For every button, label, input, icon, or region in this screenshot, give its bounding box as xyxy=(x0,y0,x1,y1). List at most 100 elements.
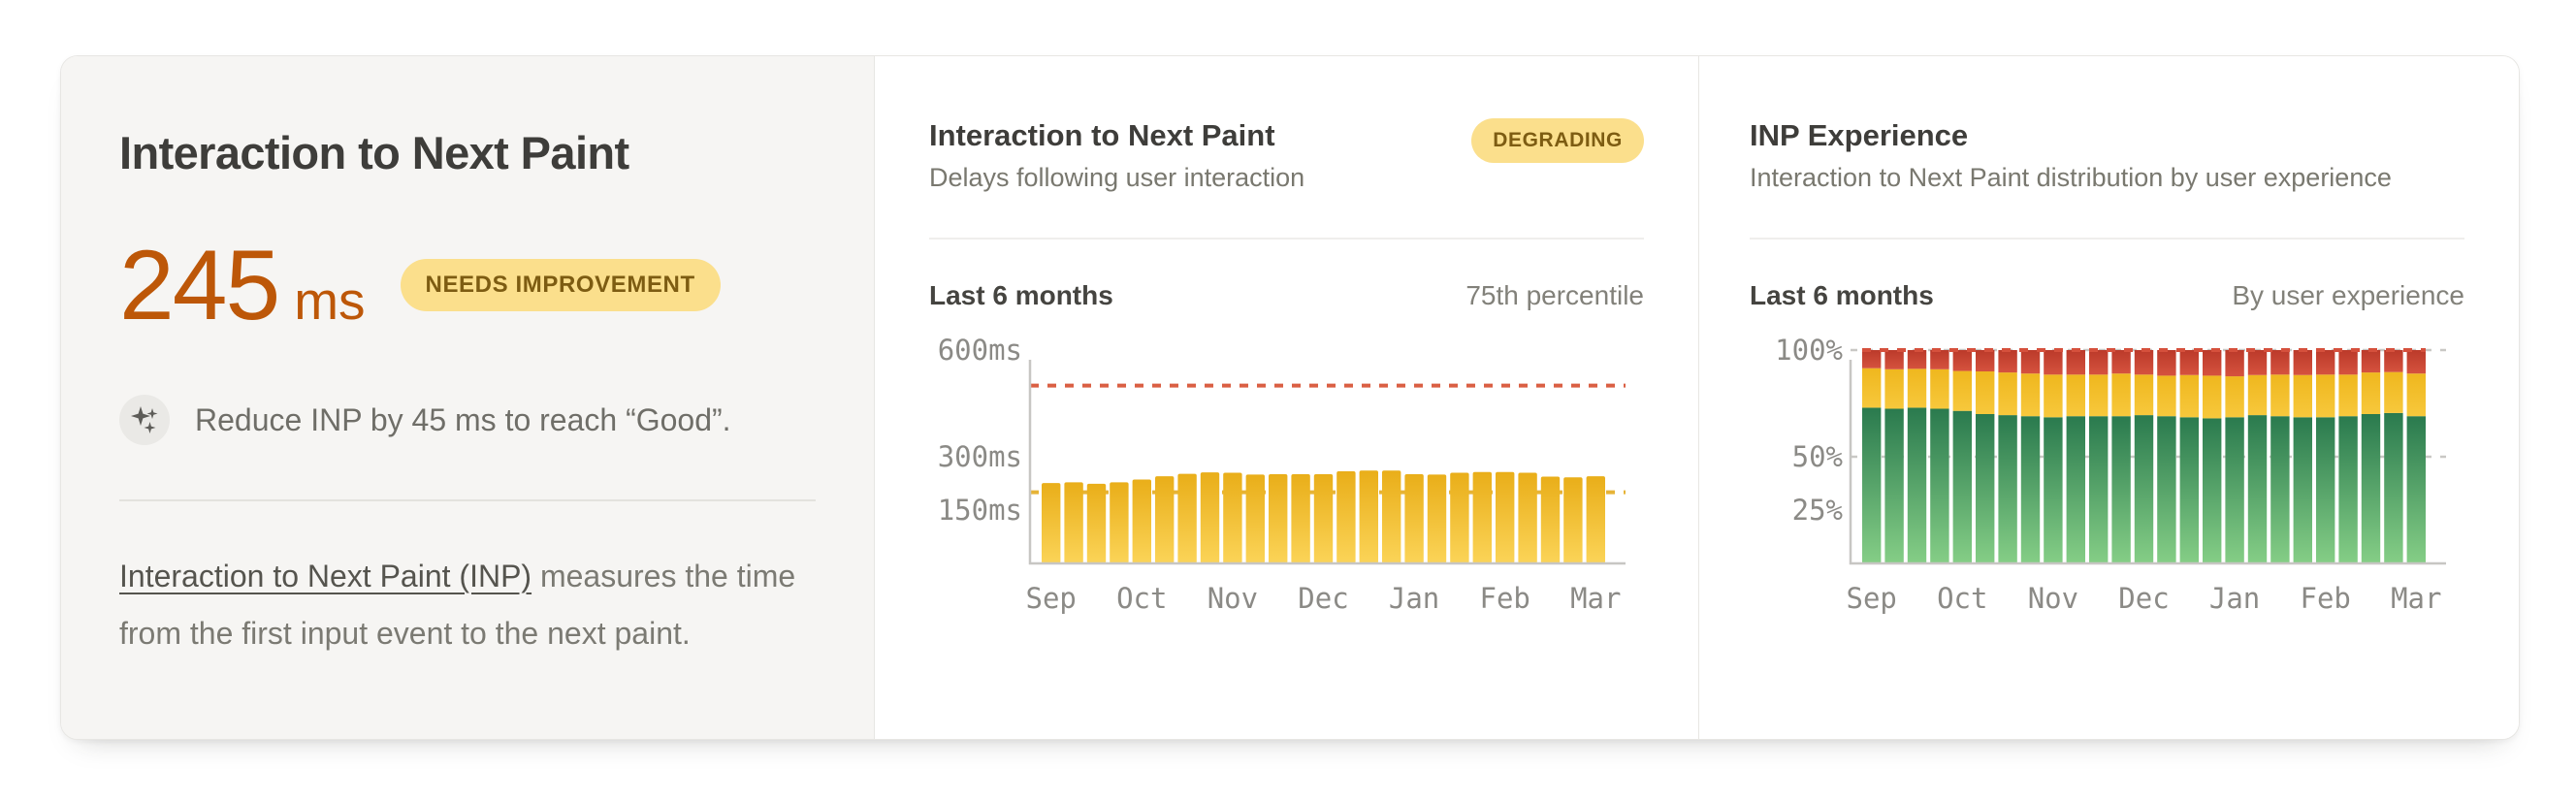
metric-unit: ms xyxy=(294,270,365,332)
experience-segment-poor xyxy=(2111,350,2130,373)
experience-segment-poor xyxy=(2180,350,2199,375)
experience-segment-good xyxy=(1953,411,1972,563)
experience-segment-poor xyxy=(1998,350,2016,372)
experience-segment-needs-improvement xyxy=(1930,369,1948,409)
experience-segment-poor xyxy=(2248,350,2267,375)
inp-bar xyxy=(1382,470,1401,563)
experience-segment-poor xyxy=(2270,350,2289,374)
experience-segment-good xyxy=(2362,414,2380,563)
experience-segment-poor xyxy=(1930,350,1948,369)
divider xyxy=(119,499,816,501)
trend-range-label: Last 6 months xyxy=(929,280,1113,311)
experience-segment-needs-improvement xyxy=(2135,374,2153,415)
experience-segment-poor xyxy=(2407,350,2426,373)
experience-segment-needs-improvement xyxy=(2384,372,2402,413)
experience-segment-poor xyxy=(2384,350,2402,372)
x-tick-label: Oct xyxy=(1937,582,1987,615)
experience-segment-good xyxy=(2384,413,2402,563)
experience-segment-poor xyxy=(2225,350,2243,376)
experience-segment-needs-improvement xyxy=(2338,374,2357,416)
inp-bar xyxy=(1563,477,1582,563)
x-tick-label: Oct xyxy=(1116,582,1167,615)
trend-status-badge: DEGRADING xyxy=(1471,118,1644,163)
metric-value-row: 245 ms NEEDS IMPROVEMENT xyxy=(119,236,816,335)
metric-value: 245 xyxy=(119,236,278,335)
y-tick-label: 150ms xyxy=(938,494,1022,527)
experience-segment-good xyxy=(1862,407,1881,563)
experience-segment-good xyxy=(2180,417,2199,563)
inp-bar xyxy=(1064,482,1082,563)
y-tick-label: 100% xyxy=(1775,334,1843,367)
x-tick-label: Dec xyxy=(1298,582,1348,615)
inp-bar xyxy=(1133,479,1151,563)
page-title: Interaction to Next Paint xyxy=(119,126,816,179)
x-tick-label: Dec xyxy=(2118,582,2169,615)
experience-subtitle: Interaction to Next Paint distribution b… xyxy=(1750,163,2392,193)
experience-segment-poor xyxy=(2067,350,2085,374)
experience-segment-good xyxy=(2067,416,2085,563)
experience-segment-poor xyxy=(2089,350,2108,374)
experience-segment-poor xyxy=(2316,350,2334,374)
y-tick-label: 600ms xyxy=(938,334,1022,367)
inp-bar xyxy=(1155,476,1174,563)
y-tick-label: 300ms xyxy=(938,440,1022,473)
experience-segment-needs-improvement xyxy=(2225,376,2243,417)
experience-segment-poor xyxy=(2135,350,2153,374)
experience-segment-good xyxy=(2089,416,2108,563)
metric-description: Interaction to Next Paint (INP) measures… xyxy=(119,548,804,662)
inp-bar xyxy=(1201,472,1219,563)
web-vitals-card: Interaction to Next Paint 245 ms NEEDS I… xyxy=(60,55,2520,740)
sparkles-icon xyxy=(119,395,170,445)
experience-segment-good xyxy=(1884,409,1903,564)
experience-segment-poor xyxy=(2294,350,2312,375)
inp-trend-panel: Interaction to Next Paint Delays followi… xyxy=(874,56,1698,739)
trend-chart: 600ms300ms150msSepOctNovDecJanFebMar xyxy=(929,319,1644,621)
x-tick-label: Mar xyxy=(2391,582,2441,615)
x-tick-label: Jan xyxy=(2209,582,2260,615)
experience-segment-poor xyxy=(1953,350,1972,371)
inp-bar xyxy=(1428,474,1446,563)
experience-segment-good xyxy=(1908,407,1926,563)
experience-segment-good xyxy=(1998,415,2016,563)
x-tick-label: Mar xyxy=(1570,582,1621,615)
x-tick-label: Jan xyxy=(1389,582,1439,615)
inp-bar xyxy=(1042,483,1060,563)
experience-title: INP Experience xyxy=(1750,118,2392,153)
experience-segment-needs-improvement xyxy=(2021,373,2040,416)
experience-range-row: Last 6 months By user experience xyxy=(1750,280,2464,311)
experience-segment-needs-improvement xyxy=(2089,374,2108,416)
experience-stacked-chart: 100%50%25%SepOctNovDecJanFebMar xyxy=(1750,319,2448,616)
experience-segment-poor xyxy=(2044,350,2062,374)
inp-bar xyxy=(1404,474,1423,563)
experience-segment-poor xyxy=(2203,350,2221,375)
insight-text: Reduce INP by 45 ms to reach “Good”. xyxy=(195,402,731,438)
trend-header: Interaction to Next Paint Delays followi… xyxy=(929,118,1644,193)
experience-segment-good xyxy=(2407,416,2426,563)
experience-segment-good xyxy=(2294,417,2312,563)
experience-segment-needs-improvement xyxy=(2067,374,2085,416)
experience-segment-good xyxy=(1976,414,1994,563)
inp-bar xyxy=(1336,471,1355,563)
experience-segment-needs-improvement xyxy=(2270,374,2289,416)
inp-bar xyxy=(1291,474,1309,563)
experience-segment-good xyxy=(2203,418,2221,563)
experience-segment-needs-improvement xyxy=(2180,375,2199,418)
experience-segment-poor xyxy=(1908,350,1926,368)
experience-segment-poor xyxy=(2338,350,2357,374)
x-tick-label: Nov xyxy=(1208,582,1258,615)
inp-bar xyxy=(1587,476,1605,563)
experience-segment-good xyxy=(2157,416,2175,563)
x-tick-label: Nov xyxy=(2028,582,2078,615)
x-tick-label: Sep xyxy=(1026,582,1077,615)
experience-segment-needs-improvement xyxy=(1953,371,1972,411)
y-tick-label: 25% xyxy=(1792,494,1843,527)
inp-definition-link[interactable]: Interaction to Next Paint (INP) xyxy=(119,559,531,593)
experience-segment-needs-improvement xyxy=(2407,373,2426,416)
experience-segment-needs-improvement xyxy=(1998,372,2016,415)
inp-experience-panel: INP Experience Interaction to Next Paint… xyxy=(1698,56,2519,739)
experience-segment-needs-improvement xyxy=(1884,369,1903,409)
inp-bar xyxy=(1177,474,1196,563)
experience-segment-good xyxy=(2111,416,2130,563)
trend-range-row: Last 6 months 75th percentile xyxy=(929,280,1644,311)
inp-bar xyxy=(1223,473,1241,564)
